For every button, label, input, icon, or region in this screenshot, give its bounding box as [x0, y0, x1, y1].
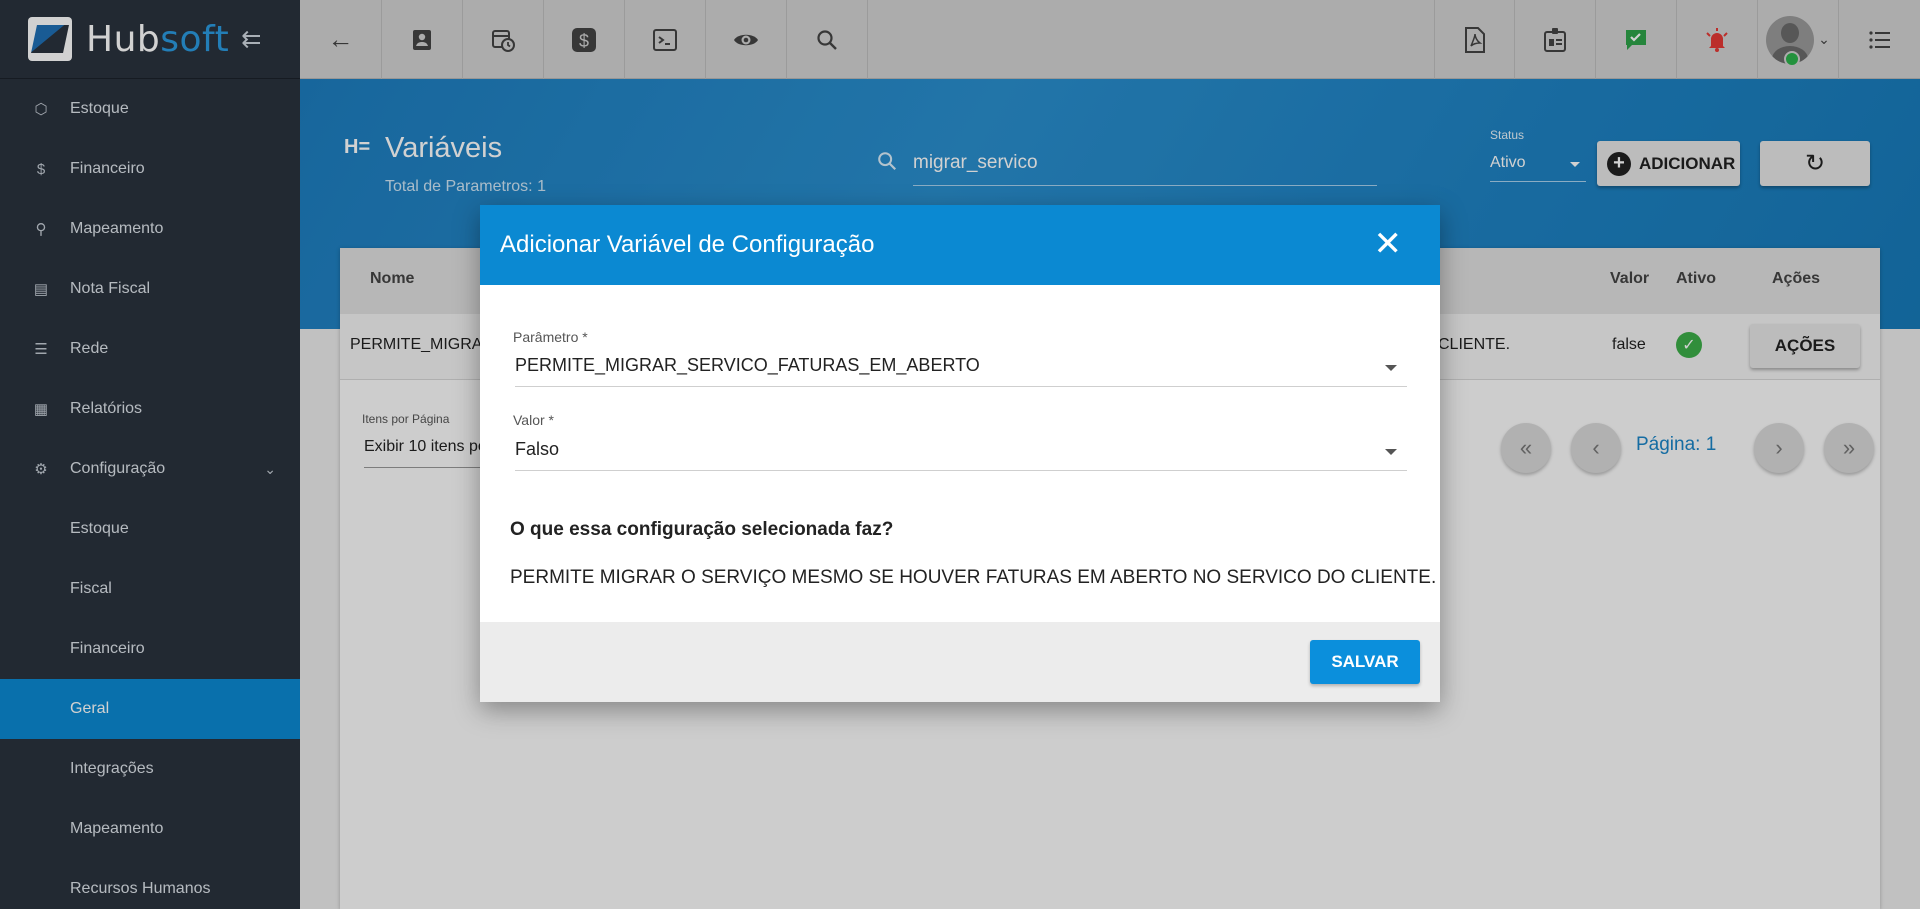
close-icon[interactable]: ✕ — [1374, 227, 1403, 261]
dialog-title: Adicionar Variável de Configuração — [500, 231, 875, 258]
save-button[interactable]: SALVAR — [1310, 640, 1420, 684]
dropdown-caret-icon — [1385, 365, 1397, 371]
valor-label: Valor * — [513, 412, 554, 428]
parametro-select-value: PERMITE_MIGRAR_SERVICO_FATURAS_EM_ABERTO — [515, 355, 980, 375]
dialog-footer: SALVAR — [480, 622, 1440, 702]
parametro-select[interactable]: PERMITE_MIGRAR_SERVICO_FATURAS_EM_ABERTO — [515, 349, 1407, 387]
description-question: O que essa configuração selecionada faz? — [510, 519, 894, 540]
valor-select[interactable]: Falso — [515, 433, 1407, 471]
valor-select-value: Falso — [515, 439, 560, 459]
dialog-header: Adicionar Variável de Configuração ✕ — [480, 205, 1440, 285]
parametro-label: Parâmetro * — [513, 329, 588, 345]
dropdown-caret-icon — [1385, 449, 1397, 455]
description-answer: PERMITE MIGRAR O SERVIÇO MESMO SE HOUVER… — [510, 567, 1437, 588]
add-variable-dialog: Adicionar Variável de Configuração ✕ Par… — [480, 205, 1440, 702]
